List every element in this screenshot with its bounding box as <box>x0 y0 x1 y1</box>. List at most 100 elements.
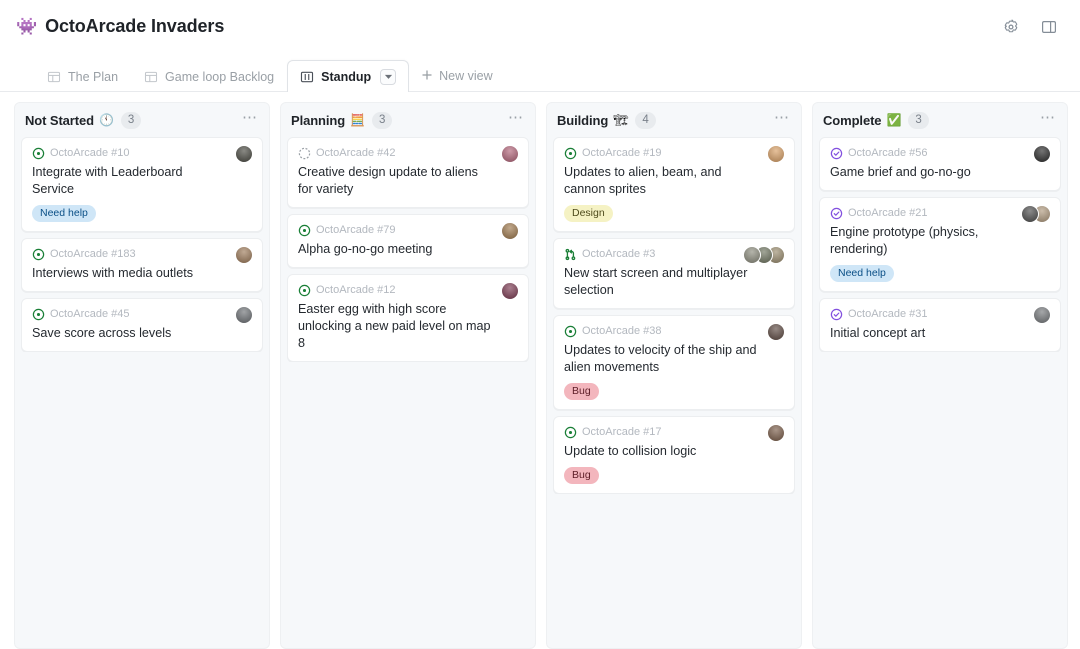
avatar[interactable] <box>501 145 519 163</box>
column-title: Planning <box>291 112 346 128</box>
open-issue-icon <box>564 426 577 439</box>
column-card-list: OctoArcade #10 Integrate with Leaderboard… <box>15 137 269 352</box>
board-card[interactable]: OctoArcade #45 Save score across levels <box>21 298 263 352</box>
board-card[interactable]: OctoArcade #10 Integrate with Leaderboard… <box>21 137 263 232</box>
open-pr-icon <box>564 248 577 261</box>
tab-standup[interactable]: Standup <box>287 60 410 92</box>
column-header: Planning 🧮 3 ⋯ <box>281 103 535 137</box>
gear-icon[interactable] <box>996 12 1026 42</box>
board-card[interactable]: OctoArcade #38 Updates to velocity of the… <box>553 315 795 410</box>
card-title: Integrate with Leaderboard Service <box>32 165 183 196</box>
avatar[interactable] <box>235 306 253 324</box>
label-chip[interactable]: Need help <box>32 205 96 222</box>
card-meta: OctoArcade #38 <box>564 324 784 339</box>
board-column: Complete ✅ 3 ⋯ OctoArcade #56 Game brief and … <box>812 102 1068 649</box>
board-column: Not Started 🕚 3 ⋯ OctoArcade #10 Integrate wi… <box>14 102 270 649</box>
column-count-badge: 3 <box>908 111 929 129</box>
board-card[interactable]: OctoArcade #56 Game brief and go-no-go <box>819 137 1061 191</box>
board-card[interactable]: OctoArcade #183 Interviews with media out… <box>21 238 263 292</box>
assignee-avatars <box>767 145 785 163</box>
assignee-avatars <box>1033 145 1051 163</box>
header-actions <box>996 12 1064 42</box>
card-reference: OctoArcade #12 <box>316 284 396 296</box>
column-card-list: OctoArcade #56 Game brief and go-no-go Oct… <box>813 137 1067 352</box>
board-card[interactable]: OctoArcade #19 Updates to alien, beam, an… <box>553 137 795 232</box>
card-reference: OctoArcade #31 <box>848 308 928 320</box>
kebab-icon[interactable]: ⋯ <box>239 110 261 128</box>
card-title: New start screen and multiplayer selecti… <box>564 266 748 297</box>
card-title: Interviews with media outlets <box>32 266 193 280</box>
board-card[interactable]: OctoArcade #3 New start screen and multip… <box>553 238 795 309</box>
column-count-badge: 4 <box>635 111 656 129</box>
card-reference: OctoArcade #183 <box>50 248 136 260</box>
avatar[interactable] <box>743 246 761 264</box>
board-card[interactable]: OctoArcade #21 Engine prototype (physics,… <box>819 197 1061 292</box>
card-title: Game brief and go-no-go <box>830 165 971 179</box>
label-chip[interactable]: Bug <box>564 467 599 484</box>
card-meta: OctoArcade #12 <box>298 283 518 298</box>
view-tabbar: The Plan Game loop Backlog Standup New v… <box>0 56 1080 92</box>
avatar[interactable] <box>235 246 253 264</box>
kebab-icon[interactable]: ⋯ <box>505 110 527 128</box>
assignee-avatars <box>767 424 785 442</box>
avatar[interactable] <box>501 222 519 240</box>
avatar[interactable] <box>767 424 785 442</box>
avatar[interactable] <box>501 282 519 300</box>
avatar[interactable] <box>1033 145 1051 163</box>
board-card[interactable]: OctoArcade #12 Easter egg with high score… <box>287 274 529 362</box>
project-board: Not Started 🕚 3 ⋯ OctoArcade #10 Integrate wi… <box>0 92 1080 649</box>
card-reference: OctoArcade #56 <box>848 147 928 159</box>
assignee-avatars <box>767 323 785 341</box>
column-header: Building 🏗 4 ⋯ <box>547 103 801 137</box>
page-title: 👾 OctoArcade Invaders <box>16 16 1080 37</box>
kebab-icon[interactable]: ⋯ <box>771 110 793 128</box>
card-reference: OctoArcade #38 <box>582 325 662 337</box>
card-labels: Bug <box>564 383 784 400</box>
card-title: Alpha go-no-go meeting <box>298 242 433 256</box>
tab-label: The Plan <box>68 69 119 84</box>
label-chip[interactable]: Need help <box>830 265 894 282</box>
board-icon <box>300 70 314 84</box>
plus-icon <box>421 69 433 84</box>
column-count-badge: 3 <box>120 111 142 129</box>
tab-game-loop-backlog[interactable]: Game loop Backlog <box>131 60 287 92</box>
avatar[interactable] <box>1021 205 1039 223</box>
open-issue-icon <box>564 325 577 338</box>
card-labels: Need help <box>830 265 1050 282</box>
board-card[interactable]: OctoArcade #79 Alpha go-no-go meeting <box>287 214 529 268</box>
board-card[interactable]: OctoArcade #31 Initial concept art <box>819 298 1061 352</box>
avatar[interactable] <box>767 145 785 163</box>
card-labels: Need help <box>32 205 252 222</box>
card-meta: OctoArcade #45 <box>32 307 252 322</box>
assignee-avatars <box>235 246 253 264</box>
card-title: Engine prototype (physics, rendering) <box>830 225 979 256</box>
tab-label: Game loop Backlog <box>165 69 275 84</box>
assignee-avatars <box>501 222 519 240</box>
new-view-label: New view <box>439 69 493 83</box>
column-emoji-icon: 🧮 <box>350 113 366 127</box>
card-reference: OctoArcade #42 <box>316 147 396 159</box>
card-reference: OctoArcade #10 <box>50 147 130 159</box>
card-meta: OctoArcade #56 <box>830 146 1050 161</box>
card-meta: OctoArcade #17 <box>564 425 784 440</box>
label-chip[interactable]: Design <box>564 205 613 222</box>
board-card[interactable]: OctoArcade #17 Update to collision logic B… <box>553 416 795 494</box>
closed-issue-icon <box>830 207 843 220</box>
avatar[interactable] <box>235 145 253 163</box>
kebab-icon[interactable]: ⋯ <box>1037 110 1059 128</box>
side-panel-icon[interactable] <box>1034 12 1064 42</box>
label-chip[interactable]: Bug <box>564 383 599 400</box>
column-title: Not Started <box>25 112 94 128</box>
table-icon <box>47 70 61 84</box>
chevron-down-icon[interactable] <box>380 68 397 85</box>
card-meta: OctoArcade #21 <box>830 206 1050 221</box>
column-card-list: OctoArcade #19 Updates to alien, beam, an… <box>547 137 801 494</box>
tab-the-plan[interactable]: The Plan <box>34 60 131 92</box>
board-column: Building 🏗 4 ⋯ OctoArcade #19 Updates to alie… <box>546 102 802 649</box>
board-card[interactable]: OctoArcade #42 Creative design update to … <box>287 137 529 208</box>
avatar[interactable] <box>767 323 785 341</box>
card-title: Save score across levels <box>32 326 172 340</box>
tab-label: Standup <box>321 69 372 84</box>
new-view-button[interactable]: New view <box>409 60 505 92</box>
avatar[interactable] <box>1033 306 1051 324</box>
